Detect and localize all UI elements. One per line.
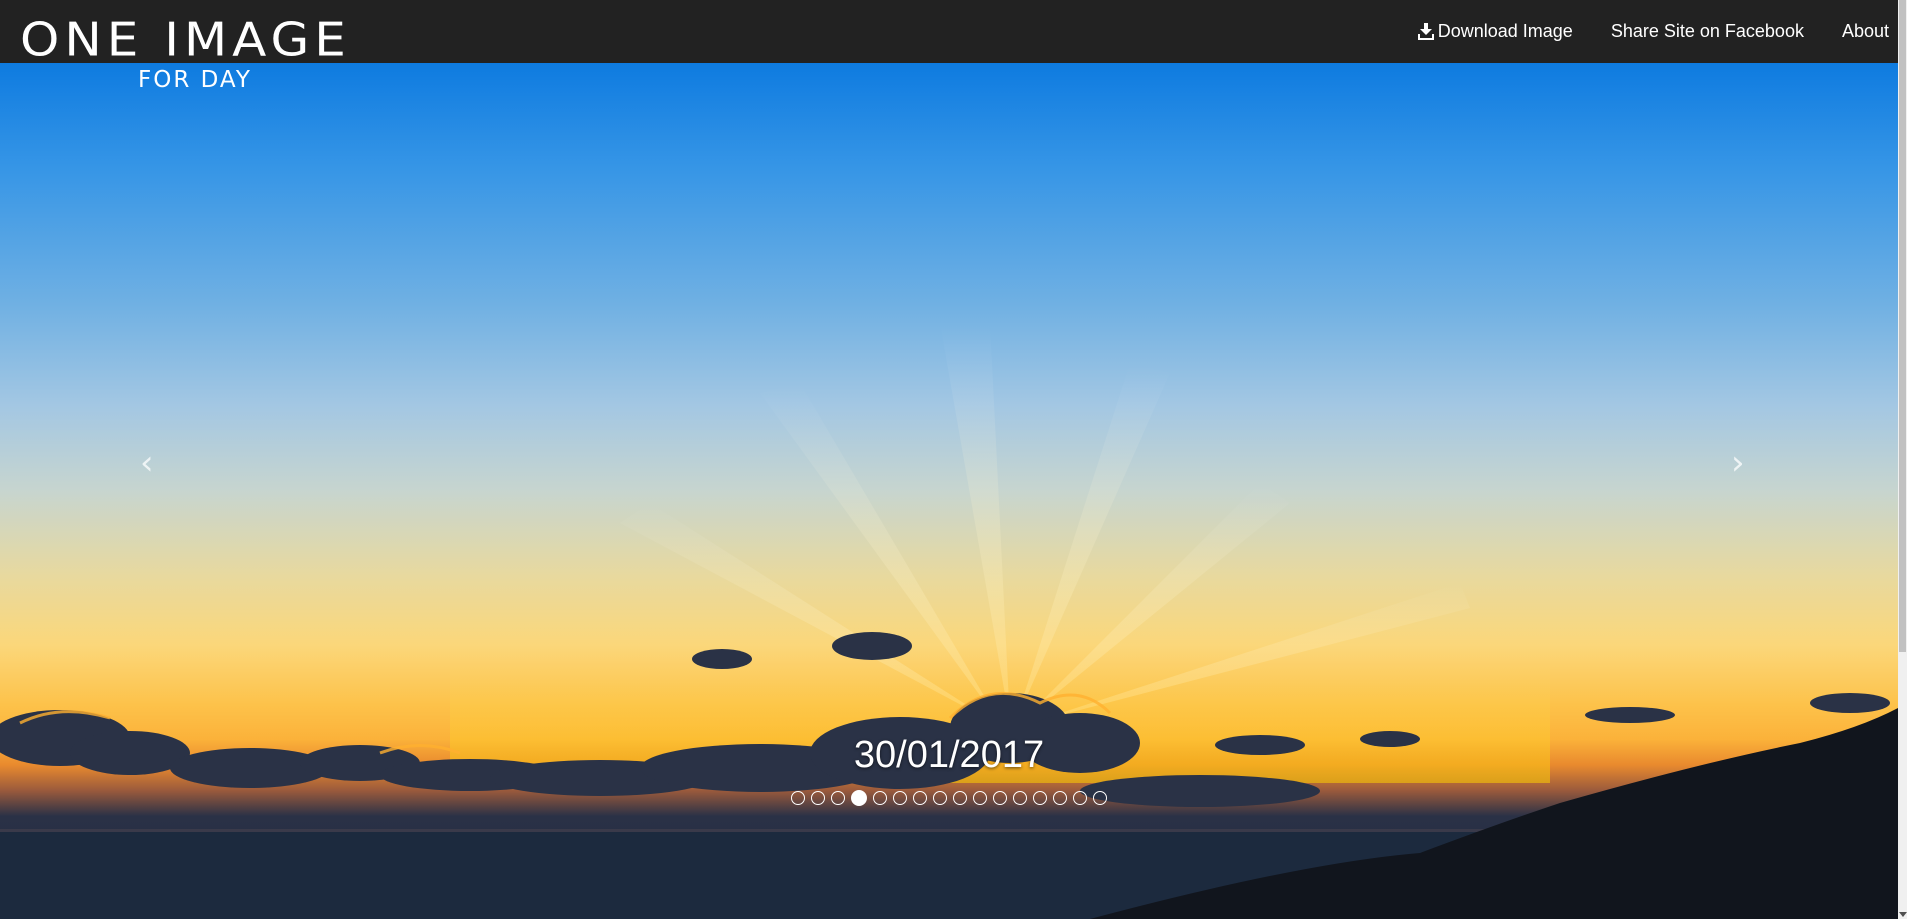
about-label: About	[1841, 21, 1889, 41]
page-scrollbar[interactable]	[1898, 0, 1907, 919]
carousel-indicators	[0, 790, 1898, 806]
carousel-indicator[interactable]	[831, 791, 845, 805]
carousel-indicator[interactable]	[1013, 791, 1027, 805]
nav-links: Download Image Share Site on Facebook Ab…	[1417, 0, 1898, 63]
carousel-indicator[interactable]	[1093, 791, 1107, 805]
share-facebook-link[interactable]: Share Site on Facebook	[1611, 21, 1804, 42]
site-logo[interactable]: ONE IMAGE FOR DAY	[20, 13, 351, 93]
download-icon	[1417, 23, 1434, 40]
carousel-indicator[interactable]	[953, 791, 967, 805]
logo-subtitle: FOR DAY	[138, 67, 252, 93]
carousel-indicator[interactable]	[873, 791, 887, 805]
scrollbar-thumb[interactable]	[1899, 0, 1906, 652]
carousel-indicator[interactable]	[933, 791, 947, 805]
carousel-indicator[interactable]	[851, 790, 867, 806]
carousel-indicator[interactable]	[993, 791, 1007, 805]
carousel-indicator[interactable]	[913, 791, 927, 805]
share-facebook-label: Share Site on Facebook	[1610, 21, 1804, 41]
carousel-indicator[interactable]	[973, 791, 987, 805]
carousel-prev-button[interactable]: ‹	[140, 446, 154, 480]
carousel-next-button[interactable]: ›	[1731, 446, 1745, 480]
carousel-indicator[interactable]	[893, 791, 907, 805]
logo-title: ONE IMAGE	[20, 13, 351, 67]
about-link[interactable]: About	[1842, 21, 1889, 42]
scroll-down-arrow-icon[interactable]	[1899, 912, 1907, 917]
carousel-indicator[interactable]	[1073, 791, 1087, 805]
carousel-indicator[interactable]	[1053, 791, 1067, 805]
carousel-indicator[interactable]	[791, 791, 805, 805]
carousel-indicator[interactable]	[1033, 791, 1047, 805]
download-image-label: Download Image	[1437, 21, 1573, 41]
carousel-image: ‹ › 30/01/2017	[0, 63, 1898, 919]
download-image-link[interactable]: Download Image	[1417, 21, 1573, 42]
image-date-caption: 30/01/2017	[853, 734, 1045, 776]
carousel-indicator[interactable]	[811, 791, 825, 805]
